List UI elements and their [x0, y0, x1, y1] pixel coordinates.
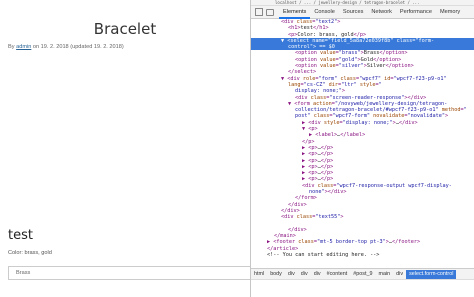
breadcrumb-item[interactable]: body [267, 271, 285, 277]
breadcrumb: html body div div div #content #post_9 m… [251, 268, 474, 279]
tab-performance[interactable]: Performance [396, 6, 436, 19]
tab-elements[interactable]: Elements [279, 6, 311, 19]
post-meta: By admin on 19. 2. 2018 (updated 19. 2. … [8, 44, 124, 50]
page-title: Bracelet [93, 20, 157, 38]
devtools-panel: localhost / ... / jewellery-design / tet… [250, 0, 474, 297]
section-heading: test [8, 228, 33, 243]
inspect-element-icon[interactable] [255, 8, 263, 16]
color-select[interactable]: Brass [8, 266, 250, 280]
breadcrumb-item[interactable]: #content [324, 271, 351, 277]
breadcrumb-item[interactable]: html [251, 271, 267, 277]
device-toolbar-icon[interactable] [266, 8, 274, 16]
devtools-bottom-area [251, 279, 474, 297]
breadcrumb-item[interactable]: div [298, 271, 311, 277]
breadcrumb-item[interactable]: #post_9 [350, 271, 375, 277]
color-text: Color: brass, gold [8, 250, 52, 256]
post-meta-dates: on 19. 2. 2018 (updated 19. 2. 2018) [31, 44, 124, 50]
breadcrumb-item-active[interactable]: select.form-control [406, 269, 457, 279]
dom-tree[interactable]: <div class="text2"> <h1>test</h1> <p>Color… [251, 19, 474, 269]
author-link[interactable]: admin [16, 44, 31, 50]
tab-console[interactable]: Console [310, 6, 339, 19]
devtools-tabbar: Elements Console Sources Network Perform… [251, 6, 474, 19]
tab-memory[interactable]: Memory [436, 6, 464, 19]
breadcrumb-item[interactable]: div [311, 271, 324, 277]
breadcrumb-item[interactable]: div [393, 271, 406, 277]
web-page-viewport: Bracelet By admin on 19. 2. 2018 (update… [0, 0, 250, 297]
dom-node[interactable]: <!-- You can start editing here. --> [251, 252, 474, 258]
tab-sources[interactable]: Sources [339, 6, 368, 19]
breadcrumb-item[interactable]: main [375, 271, 393, 277]
breadcrumb-item[interactable]: div [285, 271, 298, 277]
tab-network[interactable]: Network [367, 6, 396, 19]
post-meta-prefix: By [8, 44, 17, 50]
